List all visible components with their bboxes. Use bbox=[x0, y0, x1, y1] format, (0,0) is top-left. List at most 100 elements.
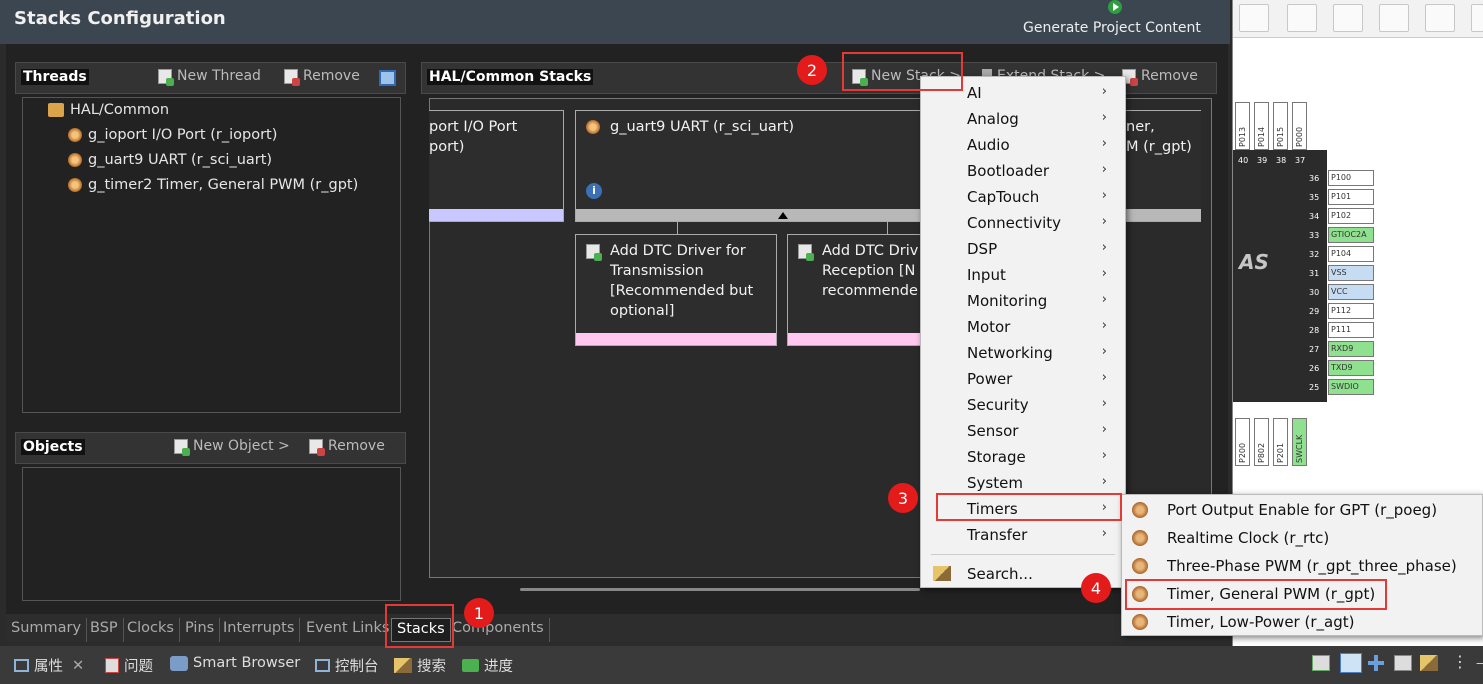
pin-label[interactable]: P111 bbox=[1328, 322, 1374, 338]
progress-view-tab[interactable]: 进度 bbox=[462, 655, 513, 676]
pin-label[interactable]: P015 bbox=[1273, 102, 1288, 150]
connector bbox=[887, 222, 888, 234]
stack-card-ioport[interactable]: port I/O Port port) bbox=[429, 110, 564, 222]
smart-browser-view-tab[interactable]: Smart Browser bbox=[170, 655, 300, 671]
submenu-item[interactable]: Realtime Clock (r_rtc) bbox=[1122, 524, 1482, 552]
pin-label[interactable]: SWCLK bbox=[1292, 418, 1307, 466]
menu-item-monitoring[interactable]: Monitoring › bbox=[921, 288, 1125, 314]
page-title: Stacks Configuration bbox=[14, 8, 226, 29]
tree-item-ioport[interactable]: g_ioport I/O Port (r_ioport) bbox=[68, 127, 277, 143]
tab-bsp[interactable]: BSP bbox=[85, 618, 124, 642]
chart-icon[interactable] bbox=[1287, 4, 1317, 32]
chevron-right-icon: › bbox=[1101, 136, 1107, 151]
collapse-all-icon[interactable] bbox=[1340, 653, 1362, 673]
chevron-right-icon: › bbox=[1101, 110, 1107, 125]
new-thread-button[interactable]: New Thread bbox=[158, 68, 261, 86]
new-object-button[interactable]: New Object > bbox=[174, 438, 290, 456]
menu-item-audio[interactable]: Audio › bbox=[921, 132, 1125, 158]
pin-label[interactable]: P101 bbox=[1328, 189, 1374, 205]
pin-label[interactable]: P201 bbox=[1273, 418, 1288, 466]
run-icon[interactable] bbox=[1108, 0, 1122, 14]
remove-stack-button[interactable]: Remove bbox=[1122, 68, 1198, 86]
pin-label[interactable]: VSS bbox=[1328, 265, 1374, 281]
chevron-right-icon: › bbox=[1101, 422, 1107, 437]
zoom-out-icon[interactable] bbox=[1333, 4, 1363, 32]
tab-interrupts[interactable]: Interrupts bbox=[218, 618, 301, 642]
stack-card-timer[interactable]: ner, M (r_gpt) bbox=[1115, 110, 1201, 222]
pin-label[interactable]: P104 bbox=[1328, 246, 1374, 262]
submenu-item[interactable]: Three-Phase PWM (r_gpt_three_phase) bbox=[1122, 552, 1482, 580]
component-icon bbox=[1132, 558, 1148, 574]
chevron-right-icon: › bbox=[1101, 526, 1107, 541]
stack-card-uart9[interactable]: g_uart9 UART (r_sci_uart) i bbox=[575, 110, 925, 222]
link-icon[interactable] bbox=[1420, 655, 1438, 671]
search-view-tab[interactable]: 搜索 bbox=[394, 655, 446, 676]
info-icon[interactable]: i bbox=[586, 183, 602, 199]
menu-item-motor[interactable]: Motor › bbox=[921, 314, 1125, 340]
menu-item-transfer[interactable]: Transfer › bbox=[921, 522, 1125, 548]
remove-thread-button[interactable]: Remove bbox=[284, 68, 360, 86]
menu-item-networking[interactable]: Networking › bbox=[921, 340, 1125, 366]
new-object-label: New Object > bbox=[193, 438, 290, 454]
collapse-arrow-icon[interactable] bbox=[778, 212, 788, 219]
save-icon[interactable] bbox=[1239, 4, 1269, 32]
tab-clocks[interactable]: Clocks bbox=[122, 618, 180, 642]
menu-item-power[interactable]: Power › bbox=[921, 366, 1125, 392]
pin-label[interactable]: P000 bbox=[1292, 102, 1307, 150]
pin-label[interactable]: TXD9 bbox=[1328, 360, 1374, 376]
pin-label[interactable]: P013 bbox=[1235, 102, 1250, 150]
menu-item-analog[interactable]: Analog › bbox=[921, 106, 1125, 132]
tree-item-timer2[interactable]: g_timer2 Timer, General PWM (r_gpt) bbox=[68, 177, 358, 193]
pin-label[interactable]: SWDIO bbox=[1328, 379, 1374, 395]
menu-item-security[interactable]: Security › bbox=[921, 392, 1125, 418]
menu-item-bootloader[interactable]: Bootloader › bbox=[921, 158, 1125, 184]
stack-card-dtc-rx[interactable]: Add DTC Driv Reception [N recommende bbox=[787, 234, 923, 346]
tree-item-uart9[interactable]: g_uart9 UART (r_sci_uart) bbox=[68, 152, 272, 168]
pin-label[interactable]: GTIOC2A bbox=[1328, 227, 1374, 243]
more-icon[interactable] bbox=[1471, 4, 1483, 32]
pin-label[interactable]: P112 bbox=[1328, 303, 1374, 319]
pin-label[interactable]: P014 bbox=[1254, 102, 1269, 150]
tab-event-links[interactable]: Event Links bbox=[301, 618, 396, 642]
horizontal-scrollbar[interactable] bbox=[520, 588, 920, 591]
minimize-view-icon[interactable]: — bbox=[1476, 656, 1483, 670]
threads-panel-header: Threads New Thread Remove bbox=[15, 62, 406, 94]
view-menu-icon[interactable]: ⋮ bbox=[1452, 652, 1468, 671]
menu-item-label: Storage bbox=[967, 448, 1026, 466]
chevron-right-icon: › bbox=[1101, 266, 1107, 281]
generate-project-content-label[interactable]: Generate Project Content bbox=[1023, 20, 1201, 36]
tab-pins[interactable]: Pins bbox=[180, 618, 221, 642]
properties-view-tab[interactable]: 属性 ✕ bbox=[14, 655, 84, 676]
close-icon[interactable]: ✕ bbox=[72, 658, 84, 674]
console-view-tab[interactable]: 控制台 bbox=[315, 655, 379, 676]
pin-label[interactable]: P200 bbox=[1235, 418, 1250, 466]
pin-label[interactable]: P100 bbox=[1328, 170, 1374, 186]
submenu-item[interactable]: Port Output Enable for GPT (r_poeg) bbox=[1122, 496, 1482, 524]
remove-object-label: Remove bbox=[328, 438, 385, 454]
menu-item-storage[interactable]: Storage › bbox=[921, 444, 1125, 470]
threads-tree bbox=[22, 97, 401, 413]
tab-summary[interactable]: Summary bbox=[6, 618, 88, 642]
pin-label[interactable]: VCC bbox=[1328, 284, 1374, 300]
tab-components[interactable]: Components bbox=[447, 618, 550, 642]
problems-view-tab[interactable]: 问题 bbox=[105, 655, 153, 676]
menu-item-input[interactable]: Input › bbox=[921, 262, 1125, 288]
stack-card-dtc-tx[interactable]: Add DTC Driver for Transmission [Recomme… bbox=[575, 234, 777, 346]
pin-label[interactable]: RXD9 bbox=[1328, 341, 1374, 357]
new-view-icon[interactable] bbox=[1312, 655, 1330, 671]
submenu-item[interactable]: Timer, Low-Power (r_agt) bbox=[1122, 608, 1482, 636]
menu-item-captouch[interactable]: CapTouch › bbox=[921, 184, 1125, 210]
remove-object-button[interactable]: Remove bbox=[309, 438, 385, 456]
fit-icon[interactable] bbox=[1425, 4, 1455, 32]
pin-label[interactable]: P802 bbox=[1254, 418, 1269, 466]
filter-icon[interactable] bbox=[1368, 655, 1384, 671]
zoom-in-icon[interactable] bbox=[1379, 4, 1409, 32]
menu-item-dsp[interactable]: DSP › bbox=[921, 236, 1125, 262]
tree-item-hal-common[interactable]: HAL/Common bbox=[48, 102, 169, 118]
pin-label[interactable]: P102 bbox=[1328, 208, 1374, 224]
view-settings-icon[interactable] bbox=[1394, 655, 1412, 671]
menu-item-sensor[interactable]: Sensor › bbox=[921, 418, 1125, 444]
menu-item-connectivity[interactable]: Connectivity › bbox=[921, 210, 1125, 236]
component-icon bbox=[586, 120, 600, 134]
minimize-icon[interactable] bbox=[379, 70, 396, 86]
